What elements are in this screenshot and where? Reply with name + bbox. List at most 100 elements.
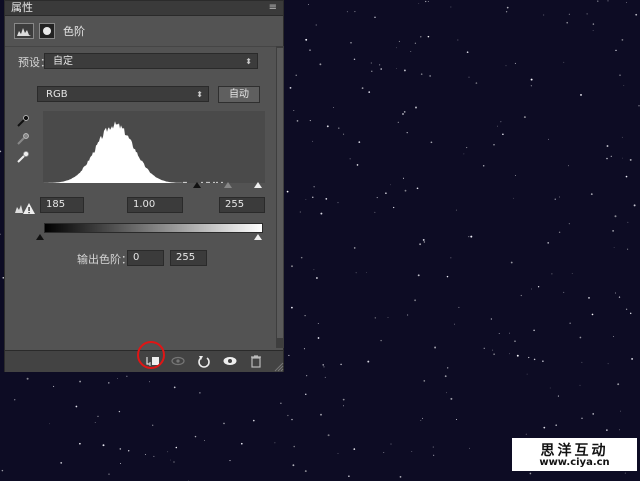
star — [425, 0, 427, 3]
star — [542, 360, 544, 362]
star — [320, 212, 323, 215]
star — [627, 221, 629, 223]
star — [383, 452, 385, 453]
star — [625, 175, 628, 178]
star — [173, 386, 176, 389]
star — [420, 73, 423, 75]
star — [614, 292, 617, 294]
star — [343, 405, 344, 407]
star — [315, 277, 318, 279]
star — [390, 443, 392, 445]
star — [315, 24, 317, 26]
star — [466, 147, 468, 149]
star — [557, 395, 559, 397]
channel-select[interactable]: RGB ⬍ — [37, 86, 209, 102]
black-point-eyedropper-icon[interactable] — [16, 114, 30, 128]
star — [612, 230, 614, 232]
star — [463, 153, 465, 155]
select-arrows-icon: ⬍ — [196, 90, 203, 99]
star — [326, 125, 329, 128]
reset-icon[interactable] — [196, 354, 212, 368]
star — [498, 332, 500, 334]
resize-grip-icon[interactable] — [274, 362, 284, 372]
star — [97, 415, 99, 417]
star — [606, 429, 608, 431]
output-black-field[interactable]: 0 — [127, 250, 164, 266]
star — [579, 336, 582, 339]
output-white-field[interactable]: 255 — [170, 250, 207, 266]
star — [419, 243, 422, 246]
star — [621, 39, 624, 41]
star — [569, 322, 571, 324]
star — [549, 387, 551, 389]
star — [505, 65, 507, 67]
star — [420, 36, 422, 38]
input-gamma-field[interactable]: 1.00 — [127, 197, 183, 213]
star — [433, 454, 435, 456]
star — [296, 120, 299, 122]
star — [513, 197, 515, 199]
white-point-eyedropper-icon[interactable] — [16, 150, 30, 164]
star — [597, 0, 599, 2]
star — [350, 42, 352, 44]
output-white-slider[interactable] — [254, 234, 262, 240]
layer-mask-icon[interactable] — [39, 23, 55, 39]
star — [293, 110, 295, 112]
star — [303, 348, 305, 350]
star — [613, 247, 615, 248]
levels-adjustment-icon[interactable] — [14, 23, 34, 39]
star — [528, 356, 530, 359]
visibility-link-icon[interactable] — [170, 354, 186, 368]
panel-scrollbar[interactable] — [276, 46, 284, 348]
star — [374, 16, 376, 18]
star — [606, 145, 609, 147]
preset-select[interactable]: 自定 ⬍ — [44, 53, 258, 69]
star — [356, 164, 359, 166]
output-black-slider[interactable] — [36, 234, 44, 240]
clipping-warning-icon[interactable] — [14, 201, 36, 215]
panel-titlebar[interactable]: 属性 ≡ — [5, 1, 283, 16]
star — [638, 105, 640, 107]
star — [173, 461, 175, 463]
input-gamma-slider[interactable] — [224, 182, 232, 188]
star — [446, 275, 449, 278]
star — [432, 446, 434, 448]
star — [380, 68, 382, 70]
star — [422, 417, 424, 419]
input-white-field[interactable]: 255 — [219, 197, 265, 213]
star — [454, 323, 456, 325]
star — [398, 40, 400, 43]
select-arrows-icon: ⬍ — [245, 57, 252, 66]
star — [514, 62, 516, 64]
star — [509, 332, 510, 334]
input-white-slider[interactable] — [254, 182, 262, 188]
input-black-field[interactable]: 185 — [40, 197, 84, 213]
star — [170, 459, 171, 461]
star — [223, 422, 225, 425]
star — [500, 121, 502, 123]
trash-icon[interactable] — [248, 354, 264, 368]
eye-icon[interactable] — [222, 354, 238, 368]
star — [434, 346, 437, 349]
star — [568, 13, 570, 15]
star — [79, 442, 81, 445]
star — [309, 120, 311, 122]
adjustment-name: 色阶 — [63, 25, 85, 38]
gray-point-eyedropper-icon[interactable] — [16, 132, 30, 146]
star — [313, 269, 315, 271]
star — [348, 475, 350, 477]
scrollbar-thumb[interactable] — [277, 48, 283, 338]
star — [305, 38, 308, 41]
panel-menu-icon[interactable]: ≡ — [269, 1, 277, 15]
star — [591, 313, 594, 316]
star — [621, 157, 623, 159]
star — [533, 358, 536, 361]
star — [633, 204, 636, 207]
auto-button[interactable]: 自动 — [218, 86, 260, 103]
input-black-slider[interactable] — [193, 182, 201, 188]
channel-value: RGB — [46, 89, 68, 100]
star — [417, 274, 420, 277]
star — [305, 393, 307, 395]
star — [483, 347, 485, 349]
star — [468, 76, 470, 78]
